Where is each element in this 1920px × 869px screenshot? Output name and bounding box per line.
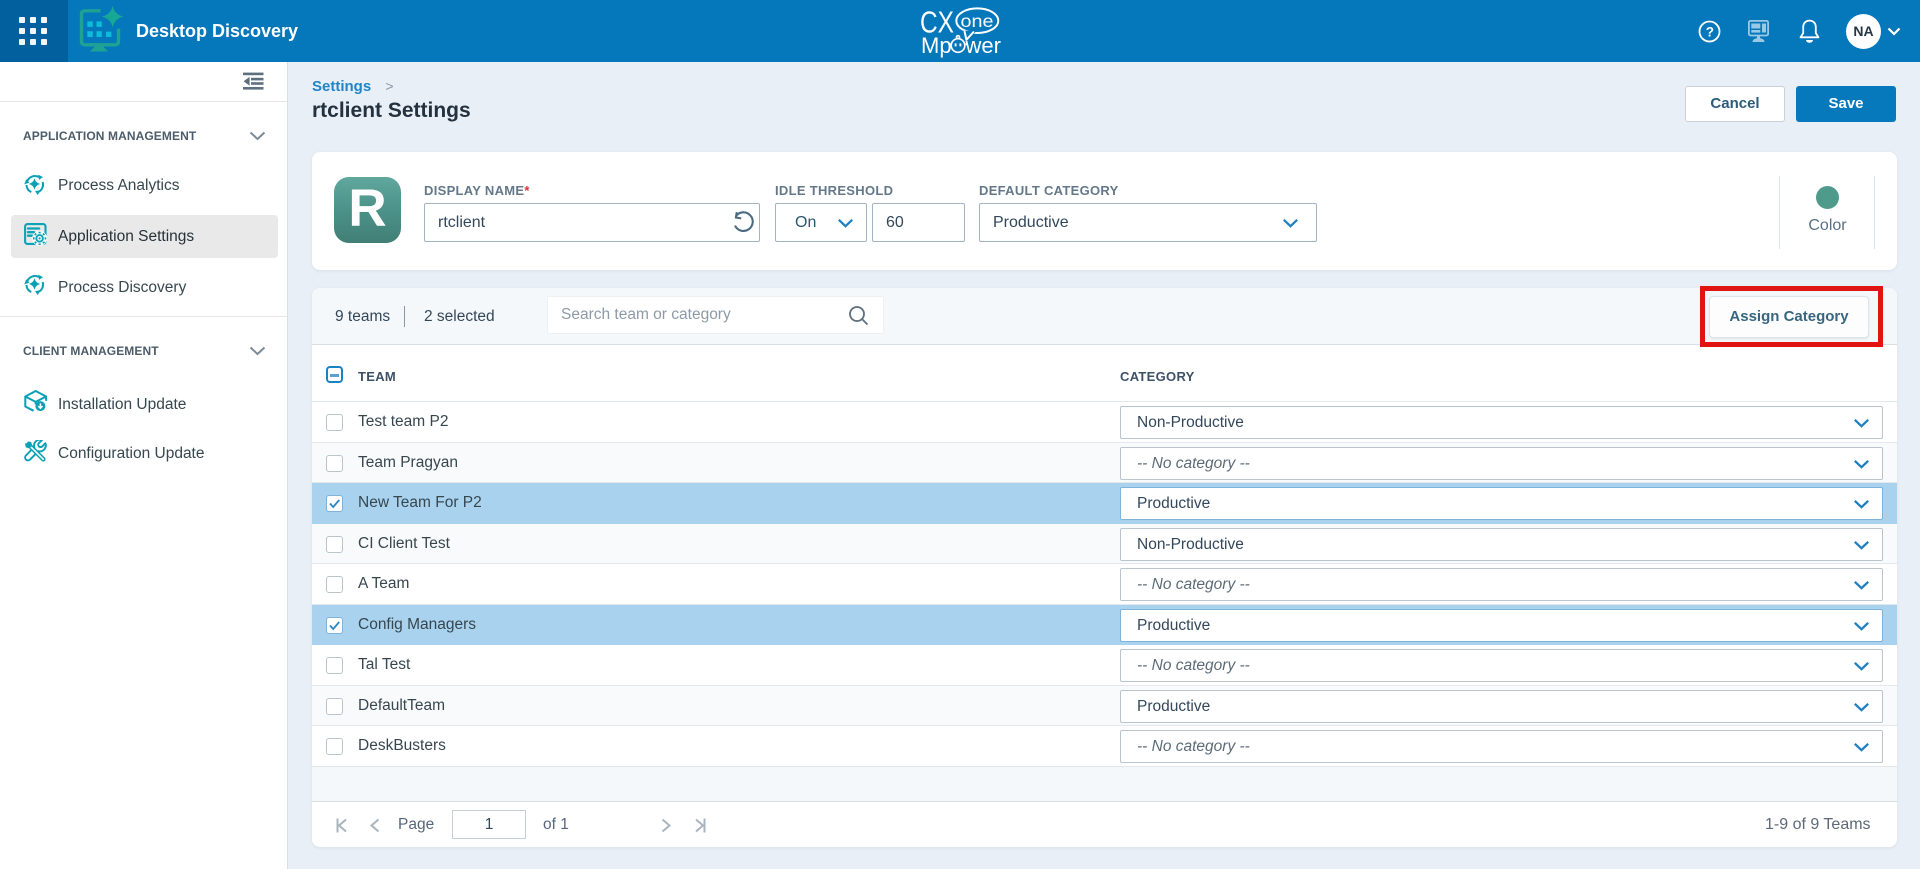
svg-text:one: one [961, 11, 994, 31]
svg-text:wer: wer [965, 33, 1001, 58]
svg-text:?: ? [1706, 25, 1714, 40]
svg-text:Mp: Mp [921, 33, 952, 58]
